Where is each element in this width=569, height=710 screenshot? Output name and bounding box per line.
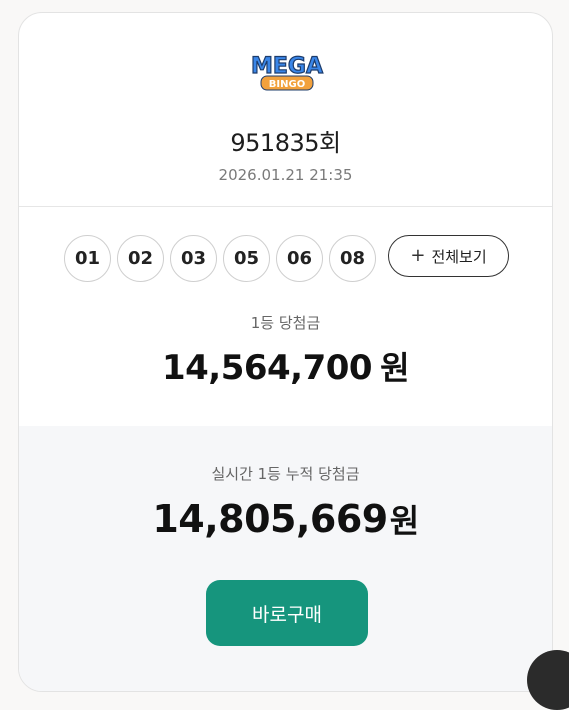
view-all-button[interactable]: + 전체보기 [388,235,509,277]
number-ball: 08 [329,235,376,282]
first-prize-label: 1등 당첨금 [250,314,321,332]
logo-bingo-text: BINGO [269,79,305,90]
winning-numbers: 01 02 03 05 06 08 [64,235,380,283]
number-ball: 06 [276,235,323,282]
divider [19,206,552,207]
first-prize-amount: 14,564,700 원 [19,343,552,389]
mega-bingo-logo: MEGA BINGO [250,53,324,91]
first-prize-value: 14,564,700 [161,348,373,388]
first-prize-unit: 원 [380,349,410,387]
draw-round: 951835회 [230,129,341,157]
buy-now-button[interactable]: 바로구매 [206,580,368,646]
accumulated-value: 14,805,669 [152,497,388,541]
accumulated-unit: 원 [389,502,419,540]
accumulated-amount: 14,805,669원 [19,496,552,542]
logo-mega-text: MEGA [251,54,323,79]
number-ball: 03 [170,235,217,282]
accumulated-label: 실시간 1등 누적 당첨금 [211,465,360,483]
lottery-card: MEGA BINGO 951835회 2026.01.21 21:35 01 0… [18,12,553,692]
draw-datetime: 2026.01.21 21:35 [218,166,353,184]
view-all-label: 전체보기 [431,247,487,266]
number-ball: 05 [223,235,270,282]
number-ball: 02 [117,235,164,282]
plus-icon: + [410,245,426,266]
number-ball: 01 [64,235,111,282]
